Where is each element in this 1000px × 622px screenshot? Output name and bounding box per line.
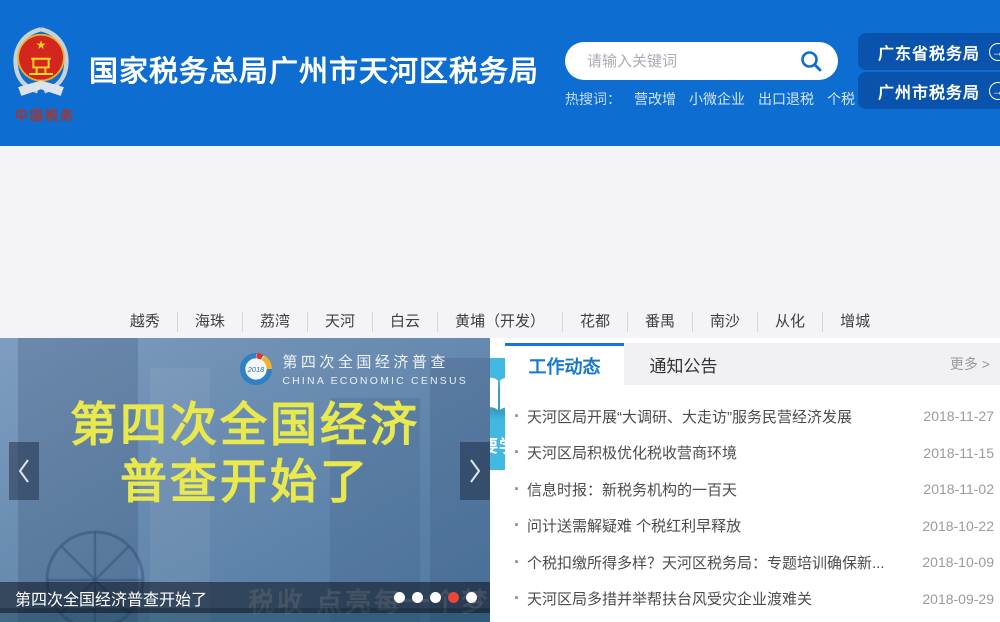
census-badge: 2018 第四次全国经济普查 CHINA ECONOMIC CENSUS — [240, 351, 468, 387]
search-button[interactable] — [798, 42, 838, 80]
news-row: 天河区局积极优化税收营商环境 2018-11-15 — [505, 435, 1000, 472]
news-list: 天河区局开展“大调研、大走访”服务民营经济发展 2018-11-27 天河区局积… — [505, 385, 1000, 617]
carousel-headline: 第四次全国经济 普查开始了 — [0, 396, 490, 510]
search-input[interactable] — [585, 52, 798, 71]
district-item-conghua[interactable]: 从化 — [758, 312, 823, 332]
svg-text:2018: 2018 — [247, 365, 266, 374]
news-title-link[interactable]: 问计送需解疑难 个税红利早释放 — [527, 515, 910, 536]
chevron-right-icon — [468, 458, 482, 484]
district-item-huadu[interactable]: 花都 — [563, 312, 628, 332]
tab-notices[interactable]: 通知公告 — [624, 343, 743, 385]
news-tab-bar: 工作动态 通知公告 更多 > — [505, 343, 1000, 385]
news-date: 2018-09-29 — [922, 591, 994, 607]
arrow-circle-icon — [989, 82, 1000, 100]
search-icon — [799, 49, 823, 73]
news-row: 个税扣缴所得多样？天河区税务局：专题培训确保新... 2018-10-09 — [505, 544, 1000, 581]
hot-keyword-xiaoweiqiye[interactable]: 小微企业 — [689, 89, 745, 109]
site-header: ★ 中国税务 国家税务总局广州市天河区税务局 热搜词： 营改增 小微企业 出口退… — [0, 0, 1000, 146]
site-logo[interactable]: ★ 中国税务 — [8, 26, 82, 124]
district-item-huangpu[interactable]: 黄埔（开发） — [438, 312, 563, 332]
logo-caption: 中国税务 — [8, 105, 82, 124]
district-item-tianhe[interactable]: 天河 — [308, 312, 373, 332]
news-date: 2018-10-22 — [922, 518, 994, 534]
census-title-en: CHINA ECONOMIC CENSUS — [282, 375, 468, 387]
more-link[interactable]: 更多 > — [950, 343, 990, 385]
district-item-zengcheng[interactable]: 增城 — [823, 312, 887, 332]
news-title-link[interactable]: 信息时报：新税务机构的一百天 — [527, 479, 911, 500]
news-title-link[interactable]: 天河区局多措并举帮扶台风受灾企业渡难关 — [527, 588, 910, 609]
district-item-nansha[interactable]: 南沙 — [693, 312, 758, 332]
carousel-dot[interactable] — [466, 592, 477, 603]
carousel-dots — [394, 592, 477, 603]
carousel-next-button[interactable] — [460, 442, 490, 500]
carousel-prev-button[interactable] — [9, 442, 39, 500]
news-date: 2018-11-15 — [923, 445, 994, 461]
district-item-liwan[interactable]: 荔湾 — [243, 312, 308, 332]
news-title-link[interactable]: 天河区局积极优化税收营商环境 — [527, 442, 911, 463]
district-item-panyu[interactable]: 番禺 — [628, 312, 693, 332]
chevron-left-icon — [17, 458, 31, 484]
hot-search-row: 热搜词： 营改增 小微企业 出口退税 个税 — [565, 89, 855, 109]
page-title: 国家税务总局广州市天河区税务局 — [89, 48, 539, 90]
carousel-dot[interactable] — [394, 592, 405, 603]
news-date: 2018-11-02 — [923, 481, 994, 497]
news-row: 天河区局多措并举帮扶台风受灾企业渡难关 2018-09-29 — [505, 581, 1000, 618]
district-item-yuexiu[interactable]: 越秀 — [113, 312, 178, 332]
district-item-haizhu[interactable]: 海珠 — [178, 312, 243, 332]
district-nav: 越秀海珠荔湾天河白云黄埔（开发）花都番禺南沙从化增城 — [0, 312, 1000, 332]
guangzhou-tax-bureau-button[interactable]: 广州市税务局 — [858, 72, 1000, 109]
district-item-baiyun[interactable]: 白云 — [373, 312, 438, 332]
news-row: 信息时报：新税务机构的一百天 2018-11-02 — [505, 471, 1000, 508]
news-date: 2018-11-27 — [923, 408, 994, 424]
hot-keyword-geshui[interactable]: 个税 — [827, 89, 855, 109]
news-panel: 工作动态 通知公告 更多 > 天河区局开展“大调研、大走访”服务民营经济发展 2… — [505, 343, 1000, 622]
carousel-caption-link[interactable]: 第四次全国经济普查开始了 — [15, 586, 207, 610]
news-row: 问计送需解疑难 个税红利早释放 2018-10-22 — [505, 508, 1000, 545]
svg-text:★: ★ — [36, 38, 47, 52]
guangdong-tax-bureau-button[interactable]: 广东省税务局 — [858, 33, 1000, 70]
news-date: 2018-10-09 — [922, 554, 994, 570]
census-logo-icon: 2018 — [240, 353, 272, 385]
hero-carousel: 税收 点亮每一个梦想 2018 第四次全国经济普查 CHINA ECONOMIC… — [0, 338, 490, 622]
hot-keyword-yinggaizeng[interactable]: 营改增 — [634, 89, 676, 109]
census-title-cn: 第四次全国经济普查 — [282, 351, 468, 372]
news-title-link[interactable]: 天河区局开展“大调研、大走访”服务民营经济发展 — [527, 406, 911, 427]
headline-line2: 普查开始了 — [0, 453, 490, 510]
tab-work-updates[interactable]: 工作动态 — [505, 343, 624, 385]
carousel-caption-bar: 第四次全国经济普查开始了 — [0, 582, 490, 613]
gov-button-label: 广州市税务局 — [878, 79, 980, 103]
headline-line1: 第四次全国经济 — [0, 396, 490, 453]
news-row: 天河区局开展“大调研、大走访”服务民营经济发展 2018-11-27 — [505, 398, 1000, 435]
hot-keyword-chukoutuishui[interactable]: 出口退税 — [758, 89, 814, 109]
middle-band: 越秀海珠荔湾天河白云黄埔（开发）花都番禺南沙从化增城 ¥ 我要办税 我要查询 — [0, 146, 1000, 338]
hot-search-label: 热搜词： — [565, 89, 621, 109]
carousel-dot[interactable] — [448, 592, 459, 603]
search-box — [565, 42, 838, 80]
carousel-dot[interactable] — [430, 592, 441, 603]
tax-emblem-icon: ★ — [8, 26, 74, 98]
arrow-circle-icon — [989, 43, 1000, 61]
news-title-link[interactable]: 个税扣缴所得多样？天河区税务局：专题培训确保新... — [527, 552, 910, 573]
gov-button-label: 广东省税务局 — [878, 40, 980, 64]
carousel-dot[interactable] — [412, 592, 423, 603]
